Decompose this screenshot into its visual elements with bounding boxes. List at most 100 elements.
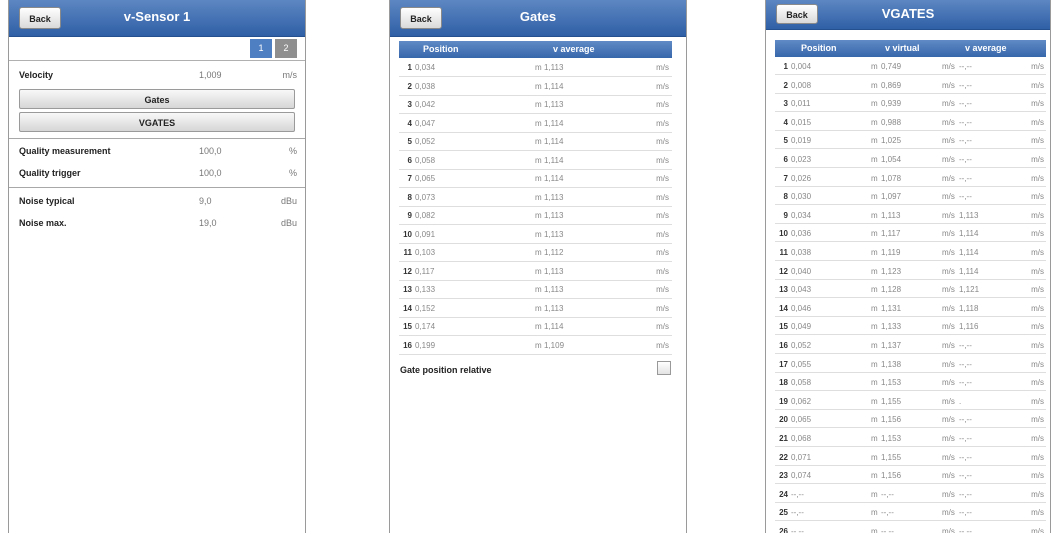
v-average-value: --,-- <box>959 378 972 388</box>
position-value: 0,015 <box>791 117 812 127</box>
noise-typical-unit: dBu <box>280 196 297 206</box>
v-average-unit: m/s <box>1031 80 1044 90</box>
vgates-button[interactable]: VGATES <box>19 112 295 132</box>
row-index: 3 <box>407 100 412 109</box>
v-average-unit: m/s <box>1031 508 1044 518</box>
position-unit: m <box>535 322 542 331</box>
row-index: 13 <box>779 285 788 295</box>
position-unit: m <box>535 63 542 72</box>
row-index: 25 <box>779 508 788 518</box>
v-virtual-unit: m/s <box>942 341 955 350</box>
position-value: --,-- <box>791 527 804 533</box>
quality-trigger-label: Quality trigger <box>19 168 81 178</box>
position-value: 0,011 <box>791 99 811 109</box>
position-unit: m <box>871 155 878 164</box>
v-virtual-unit: m/s <box>942 378 955 388</box>
v-average-value: . <box>959 396 962 406</box>
position-unit: m <box>871 341 878 350</box>
position-unit: m <box>871 229 878 239</box>
quality-measurement-row: Quality measurement 100,0 % <box>19 141 297 161</box>
position-unit: m <box>871 434 878 443</box>
row-index: 3 <box>783 99 788 109</box>
divider <box>9 187 305 188</box>
v-virtual-value: 1,133 <box>881 322 902 332</box>
v-virtual-value: --,-- <box>881 508 894 518</box>
v-average-value: --,-- <box>959 80 972 90</box>
row-index: 6 <box>783 155 788 164</box>
v-virtual-unit: m/s <box>942 80 955 90</box>
row-index: 5 <box>407 137 412 146</box>
table-row: 12 0,117 m 1,113 m/s <box>399 262 672 281</box>
v-average-unit: m/s <box>656 118 669 128</box>
position-unit: m <box>871 303 878 313</box>
v-virtual-value: 1,025 <box>881 136 902 146</box>
gate-position-relative-checkbox[interactable] <box>657 361 671 375</box>
v-virtual-unit: m/s <box>942 117 955 127</box>
table-row: 15 0,049 m 1,133 m/s 1,116 m/s <box>775 317 1046 336</box>
v-average-unit: m/s <box>656 137 669 146</box>
tab-1[interactable]: 1 <box>250 39 272 58</box>
quality-measurement-unit: % <box>288 146 297 156</box>
position-value: 0,004 <box>791 62 812 71</box>
row-index: 1 <box>783 62 788 71</box>
v-average-value: --,-- <box>959 192 972 202</box>
position-value: 0,030 <box>791 192 812 202</box>
table-row: 24 --,-- m --,-- m/s --,-- m/s <box>775 485 1046 503</box>
position-value: 0,052 <box>415 137 436 146</box>
table-row: 18 0,058 m 1,153 m/s --,-- m/s <box>775 373 1046 392</box>
gates-button[interactable]: Gates <box>19 89 295 109</box>
v-average-value: 1,114 <box>544 155 564 165</box>
row-index: 5 <box>783 136 788 146</box>
v-average-value: 1,114 <box>544 174 564 183</box>
v-average-unit: m/s <box>1031 341 1044 350</box>
column-v-average: v average <box>965 43 1007 53</box>
v-average-unit: m/s <box>656 285 669 294</box>
position-value: 0,036 <box>791 229 812 239</box>
position-value: 0,038 <box>415 81 436 91</box>
row-index: 10 <box>403 229 412 239</box>
v-average-value: --,-- <box>959 452 972 462</box>
v-average-unit: m/s <box>1031 266 1044 276</box>
row-index: 17 <box>779 359 788 369</box>
v-virtual-unit: m/s <box>942 248 955 257</box>
v-virtual-value: 1,078 <box>881 173 902 183</box>
table-row: 9 0,082 m 1,113 m/s <box>399 206 672 225</box>
v-average-unit: m/s <box>1031 117 1044 127</box>
table-row: 25 --,-- m --,-- m/s --,-- m/s <box>775 503 1046 522</box>
position-unit: m <box>871 80 878 90</box>
v-average-unit: m/s <box>1031 62 1044 71</box>
v-average-value: --,-- <box>959 471 972 481</box>
column-position: Position <box>801 43 837 53</box>
position-unit: m <box>871 508 878 518</box>
v-virtual-value: --,-- <box>881 489 894 499</box>
table-row: 1 0,034 m 1,113 m/s <box>399 58 672 77</box>
v-virtual-unit: m/s <box>942 99 955 109</box>
v-average-value: --,-- <box>959 508 972 518</box>
table-row: 17 0,055 m 1,138 m/s --,-- m/s <box>775 355 1046 373</box>
v-virtual-value: 1,156 <box>881 471 902 481</box>
tab-bar: 1 2 <box>9 37 305 61</box>
v-average-value: --,-- <box>959 173 972 183</box>
v-average-unit: m/s <box>1031 210 1044 220</box>
table-row: 3 0,011 m 0,939 m/s --,-- m/s <box>775 94 1046 113</box>
row-index: 4 <box>407 118 412 128</box>
v-average-unit: m/s <box>656 63 669 72</box>
table-row: 15 0,174 m 1,114 m/s <box>399 317 672 336</box>
v-average-unit: m/s <box>1031 396 1044 406</box>
table-row: 19 0,062 m 1,155 m/s. m/s <box>775 392 1046 410</box>
table-row: 7 0,065 m 1,114 m/s <box>399 169 672 188</box>
row-index: 14 <box>403 303 412 313</box>
position-value: 0,073 <box>415 192 436 202</box>
velocity-value: 1,009 <box>199 70 222 80</box>
position-value: 0,034 <box>415 63 436 72</box>
tab-2[interactable]: 2 <box>275 39 297 58</box>
position-unit: m <box>871 99 878 109</box>
row-index: 24 <box>779 489 788 499</box>
v-average-value: --,-- <box>959 527 972 533</box>
table-row: 13 0,043 m 1,128 m/s 1,121 m/s <box>775 280 1046 299</box>
v-virtual-value: 1,155 <box>881 396 902 406</box>
table-row: 14 0,152 m 1,113 m/s <box>399 299 672 318</box>
position-value: 0,091 <box>415 229 436 239</box>
quality-measurement-value: 100,0 <box>199 146 222 156</box>
v-virtual-value: 1,117 <box>881 229 901 239</box>
